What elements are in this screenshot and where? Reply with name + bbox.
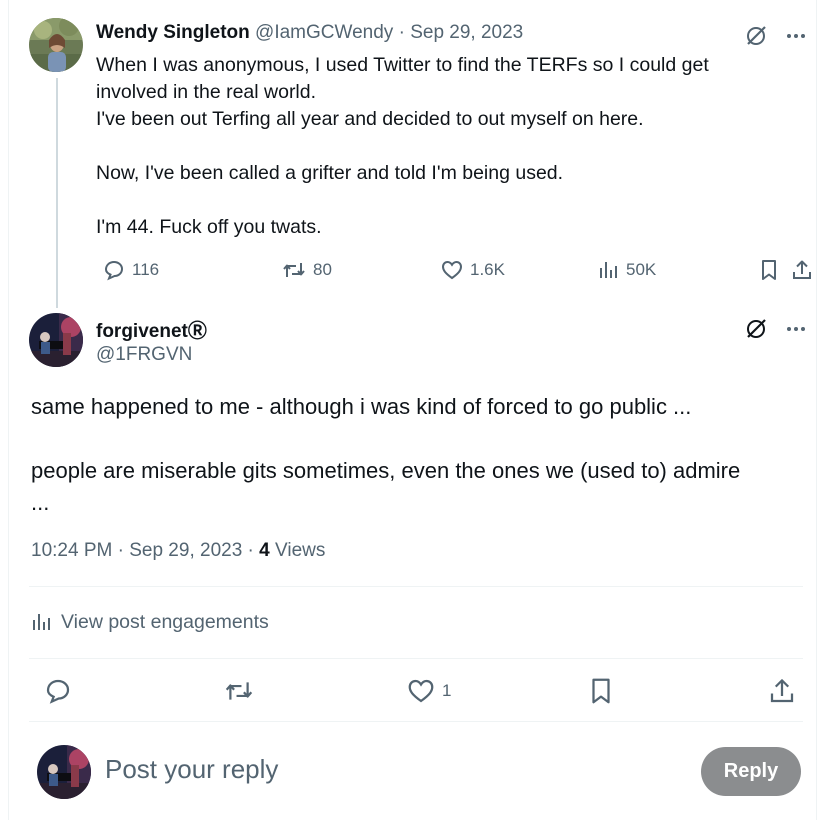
thread-connector-line (56, 78, 58, 308)
parent-tweet-text: When I was anonymous, I used Twitter to … (96, 52, 796, 241)
more-options-icon[interactable] (782, 22, 810, 50)
focused-tweet-actions: 1 (29, 672, 803, 710)
tweet-line: Now, I've been called a grifter and told… (96, 162, 564, 184)
reply-action[interactable]: 116 (102, 258, 159, 282)
analytics-icon (600, 262, 617, 278)
parent-tweet-top-actions (742, 22, 810, 50)
tweet-timestamp-row: 10:24 PM · Sep 29, 2023 · 4 Views (31, 540, 325, 562)
avatar[interactable] (29, 18, 83, 72)
reply-count: 116 (132, 260, 160, 279)
author-handle[interactable]: @IamGCWendy (255, 22, 393, 43)
focused-tweet-top-actions (742, 315, 810, 343)
parent-tweet-header: Wendy Singleton @IamGCWendy · Sep 29, 20… (96, 22, 523, 44)
reply-input[interactable]: Post your reply (105, 754, 278, 785)
engagements-label: View post engagements (61, 610, 269, 633)
meta-separator: · (398, 22, 405, 43)
conversation-panel: Wendy Singleton @IamGCWendy · Sep 29, 20… (8, 0, 817, 820)
avatar[interactable] (29, 313, 83, 367)
reply-button[interactable]: Reply (701, 747, 801, 796)
repost-count: 80 (313, 260, 332, 279)
bookmark-action[interactable] (587, 676, 615, 706)
reply-action[interactable] (43, 676, 73, 706)
like-count: 1.6K (470, 260, 505, 279)
heart-icon (441, 260, 463, 280)
view-engagements-link[interactable]: View post engagements (31, 610, 269, 634)
divider (29, 658, 803, 659)
tweet-line (31, 423, 801, 455)
author-handle[interactable]: @1FRGVN (96, 344, 192, 366)
grok-icon[interactable] (742, 315, 770, 343)
like-action[interactable]: 1 (406, 676, 451, 706)
repost-icon (225, 682, 253, 700)
share-action[interactable] (790, 258, 814, 282)
author-name[interactable]: forgivenetⓇ (96, 316, 207, 343)
share-action[interactable] (767, 676, 797, 706)
divider (29, 586, 803, 587)
tweet-line: ... (31, 490, 50, 515)
repost-action[interactable]: 80 (281, 258, 332, 282)
analytics-icon (33, 614, 50, 630)
parent-tweet-actions: 116 80 1.6K 50K (96, 258, 811, 284)
like-action[interactable]: 1.6K (440, 258, 505, 282)
tweet-line (96, 187, 796, 214)
repost-icon (283, 263, 305, 277)
tweet-line: involved in the real world. (96, 81, 317, 103)
focused-tweet-text: same happened to me - although i was kin… (31, 391, 801, 519)
meta-separator: · (247, 540, 254, 561)
bookmark-action[interactable] (758, 258, 780, 282)
tweet-date[interactable]: Sep 29, 2023 (410, 22, 523, 43)
tweet-line (96, 133, 796, 160)
views-label: Views (275, 540, 326, 561)
heart-icon (408, 679, 434, 703)
grok-icon[interactable] (742, 22, 770, 50)
compose-avatar[interactable] (37, 745, 91, 799)
author-name[interactable]: Wendy Singleton (96, 22, 250, 43)
tweet-line: I've been out Terfing all year and decid… (96, 108, 644, 130)
tweet-line: I'm 44. Fuck off you twats. (96, 216, 322, 238)
repost-action[interactable] (223, 676, 255, 706)
share-icon (793, 260, 811, 279)
tweet-time[interactable]: 10:24 PM (31, 540, 112, 561)
share-icon (770, 679, 794, 703)
divider (29, 721, 803, 722)
tweet-line: same happened to me - although i was kin… (31, 394, 692, 419)
tweet-date[interactable]: Sep 29, 2023 (129, 540, 242, 561)
views-action[interactable]: 50K (598, 258, 656, 282)
bookmark-icon (592, 678, 610, 704)
more-options-icon[interactable] (782, 315, 810, 343)
tweet-line: people are miserable gits sometimes, eve… (31, 458, 741, 483)
views-count: 4 (259, 540, 270, 561)
reply-icon (46, 679, 70, 704)
bookmark-icon (762, 260, 776, 280)
views-count: 50K (626, 260, 657, 279)
like-count: 1 (442, 681, 452, 700)
reply-icon (104, 260, 124, 281)
tweet-line: When I was anonymous, I used Twitter to … (96, 54, 709, 76)
meta-separator: · (117, 540, 124, 561)
